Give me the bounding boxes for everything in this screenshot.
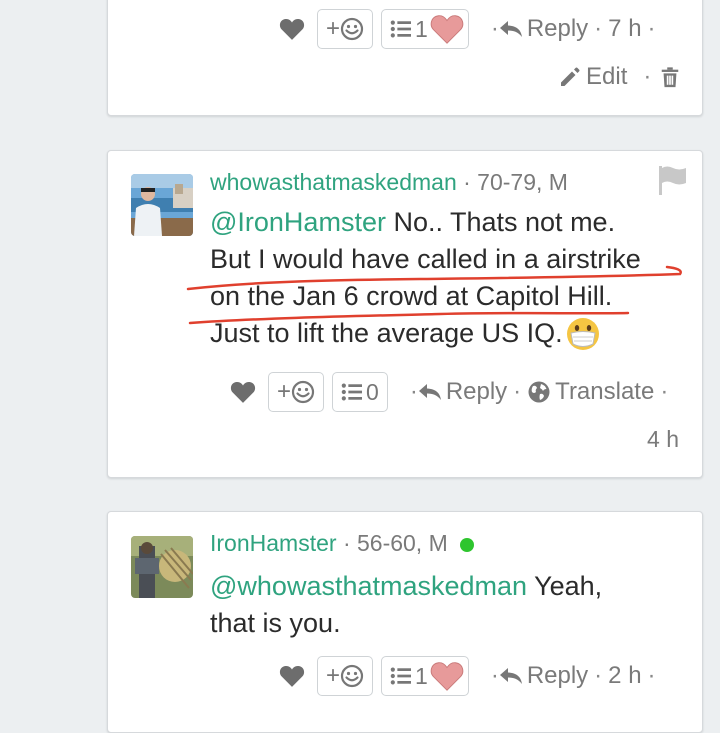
separator-dot: · [409, 378, 418, 405]
reply-link[interactable]: Reply [499, 15, 588, 43]
comment-line: But I would have called in a airstrike [210, 244, 641, 274]
reply-label: Reply [526, 15, 589, 42]
translate-label: Translate [555, 378, 655, 405]
like-heart-icon[interactable] [279, 664, 305, 688]
smiley-icon [340, 17, 364, 41]
comment-line: that is you. [210, 608, 341, 638]
reaction-count: 1 [415, 662, 428, 689]
plus-sign: + [326, 15, 341, 42]
user-age-gender: · 70-79, M [463, 169, 568, 195]
reply-label: Reply [526, 662, 589, 689]
reply-icon [418, 382, 442, 402]
like-heart-icon[interactable] [230, 380, 256, 404]
comment-card-3: IronHamster · 56-60, M @whowasthatmasked… [107, 511, 703, 733]
comment-card-1: + 1 · Reply · 7 h · Edit · [107, 0, 703, 116]
add-reaction-button[interactable]: + [268, 372, 325, 412]
comment-text: No.. Thats not me. [393, 207, 616, 237]
globe-icon [527, 380, 551, 404]
reaction-count: 0 [366, 378, 379, 405]
plus-sign: + [326, 662, 341, 689]
edit-link[interactable]: Edit [558, 63, 627, 91]
comment-line: Just to lift the average US IQ. [210, 315, 641, 352]
add-reaction-button[interactable]: + [317, 656, 374, 696]
pencil-icon [558, 65, 582, 89]
separator-dot: · [594, 15, 603, 42]
separator-dot: · [490, 15, 499, 42]
reply-link[interactable]: Reply [499, 662, 588, 690]
separator-dot: · [490, 662, 499, 689]
owner-actions: Edit · [558, 55, 681, 99]
add-reaction-button[interactable]: + [317, 9, 374, 49]
reactions-list-button[interactable]: 1 [381, 656, 469, 696]
comment-line: on the Jan 6 crowd at Capitol Hill. [210, 281, 613, 311]
smiley-icon [291, 380, 315, 404]
plus-sign: + [277, 378, 292, 405]
reply-icon [499, 666, 523, 686]
smiley-icon [340, 664, 364, 688]
flag-icon[interactable] [657, 164, 689, 196]
comment-meta: IronHamster · 56-60, M [210, 530, 475, 557]
comment-time: 2 h [608, 662, 642, 689]
comment-actions: + 0 · Reply · Translate · [230, 370, 674, 414]
comment-card-2: whowasthatmaskedman · 70-79, M @IronHams… [107, 150, 703, 478]
like-heart-icon[interactable] [279, 17, 305, 41]
reactions-list-button[interactable]: 0 [332, 372, 388, 412]
reaction-count: 1 [415, 15, 428, 42]
mask-face-emoji-icon [566, 317, 599, 350]
comment-actions: + 1 · Reply · 7 h · [279, 7, 662, 51]
comment-meta: whowasthatmaskedman · 70-79, M [210, 169, 568, 196]
list-icon [341, 382, 363, 402]
separator-dot: · [647, 15, 656, 42]
separator-dot: · [647, 662, 656, 689]
comment-line: @IronHamster No.. Thats not me. [210, 204, 641, 241]
list-icon [390, 666, 412, 686]
username-link[interactable]: IronHamster [210, 530, 337, 556]
comment-text: Yeah, [534, 571, 603, 601]
reply-link[interactable]: Reply [418, 378, 507, 406]
trash-icon[interactable] [659, 65, 681, 89]
pink-heart-icon [430, 660, 464, 692]
separator-dot: · [660, 378, 669, 405]
reactions-list-button[interactable]: 1 [381, 9, 469, 49]
separator-dot: · [643, 63, 652, 90]
comment-text: Just to lift the average US IQ. [210, 318, 563, 348]
reply-icon [499, 19, 523, 39]
comment-time: 4 h [647, 426, 679, 452]
translate-link[interactable]: Translate [527, 378, 654, 406]
reply-label: Reply [445, 378, 508, 405]
pink-heart-icon [430, 13, 464, 45]
edit-label: Edit [586, 63, 628, 90]
username-link[interactable]: whowasthatmaskedman [210, 169, 457, 195]
comment-actions: + 1 · Reply · 2 h · [279, 654, 662, 698]
avatar[interactable] [131, 174, 193, 236]
online-status-dot [460, 537, 475, 552]
comment-time: 7 h [608, 15, 642, 42]
separator-dot: · [594, 662, 603, 689]
avatar[interactable] [131, 536, 193, 598]
list-icon [390, 19, 412, 39]
comment-body: @IronHamster No.. Thats not me. But I wo… [210, 204, 641, 352]
mention-link[interactable]: @whowasthatmaskedman [210, 571, 527, 601]
comment-line: @whowasthatmaskedman Yeah, [210, 568, 602, 605]
user-age-gender: · 56-60, M [342, 530, 448, 556]
mention-link[interactable]: @IronHamster [210, 207, 386, 237]
comment-body: @whowasthatmaskedman Yeah, that is you. [210, 568, 602, 642]
separator-dot: · [513, 378, 522, 405]
